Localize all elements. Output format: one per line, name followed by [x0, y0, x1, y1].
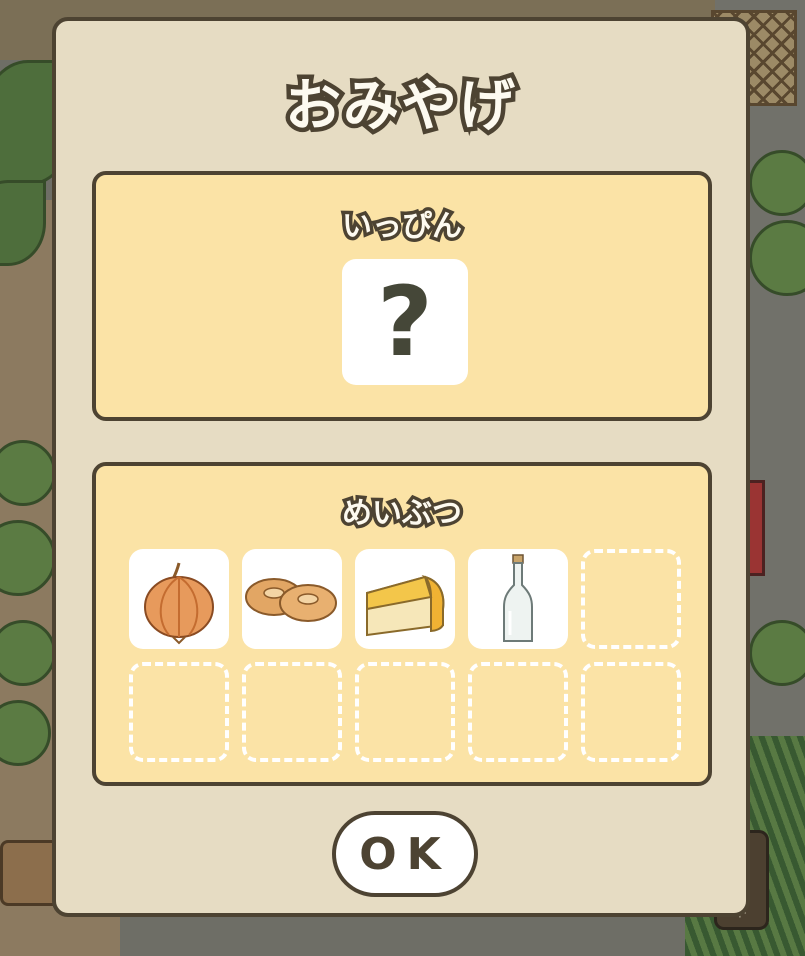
- meibutsu-slot-empty: [129, 662, 229, 762]
- meibutsu-slot-empty: [242, 662, 342, 762]
- onion-icon: [144, 562, 214, 645]
- meibutsu-panel: めいぶつ: [92, 462, 712, 786]
- specialty-panel: いっぴん ?: [92, 171, 712, 421]
- question-mark-icon: ?: [377, 266, 433, 378]
- meibutsu-slot-cheese[interactable]: [355, 549, 455, 649]
- meibutsu-slot-bagel[interactable]: [242, 549, 342, 649]
- specialty-label: いっぴん: [339, 206, 466, 248]
- ok-button[interactable]: OK: [332, 811, 478, 897]
- cheese-icon: [366, 574, 445, 637]
- meibutsu-slot-empty: [581, 662, 681, 762]
- meibutsu-slot-empty: [581, 549, 681, 649]
- glass-bottle-icon: [503, 554, 533, 642]
- meibutsu-slot-empty: [468, 662, 568, 762]
- mystery-item-slot[interactable]: ?: [342, 259, 468, 385]
- dialog-title: おみやげ: [281, 70, 520, 144]
- meibutsu-slot-empty: [355, 662, 455, 762]
- bagel-icon: [245, 578, 337, 622]
- souvenir-dialog: おみやげ いっぴん ? めいぶつ OK: [52, 17, 750, 917]
- meibutsu-label: めいぶつ: [339, 493, 466, 535]
- meibutsu-slot-onion[interactable]: [129, 549, 229, 649]
- meibutsu-slot-bottle[interactable]: [468, 549, 568, 649]
